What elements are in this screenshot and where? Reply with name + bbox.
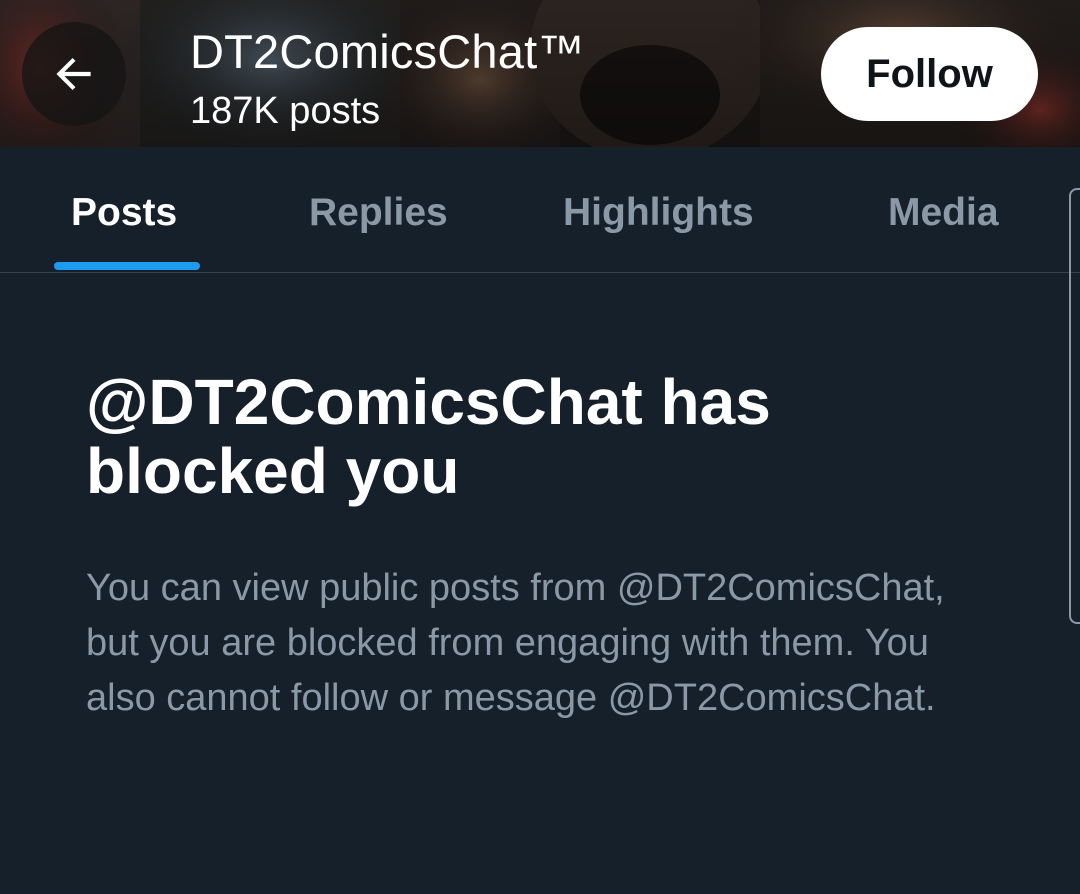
arrow-left-icon: [56, 57, 91, 91]
scrollbar[interactable]: [1069, 188, 1080, 624]
tab-highlights[interactable]: Highlights: [563, 191, 754, 235]
profile-tabs: Posts Replies Highlights Media: [0, 147, 1080, 273]
profile-name: DT2ComicsChat™: [190, 25, 585, 78]
tab-media[interactable]: Media: [888, 191, 999, 235]
blocked-title: @DT2ComicsChat has blocked you: [86, 366, 771, 507]
active-tab-indicator: [54, 262, 200, 270]
tab-posts[interactable]: Posts: [71, 191, 177, 235]
blocked-description: You can view public posts from @DT2Comic…: [86, 567, 945, 719]
tab-replies[interactable]: Replies: [309, 191, 448, 235]
back-button[interactable]: [22, 22, 126, 126]
profile-header: DT2ComicsChat™ 187K posts Follow: [0, 0, 1080, 147]
follow-button[interactable]: Follow: [821, 27, 1038, 121]
post-count: 187K posts: [190, 90, 381, 132]
